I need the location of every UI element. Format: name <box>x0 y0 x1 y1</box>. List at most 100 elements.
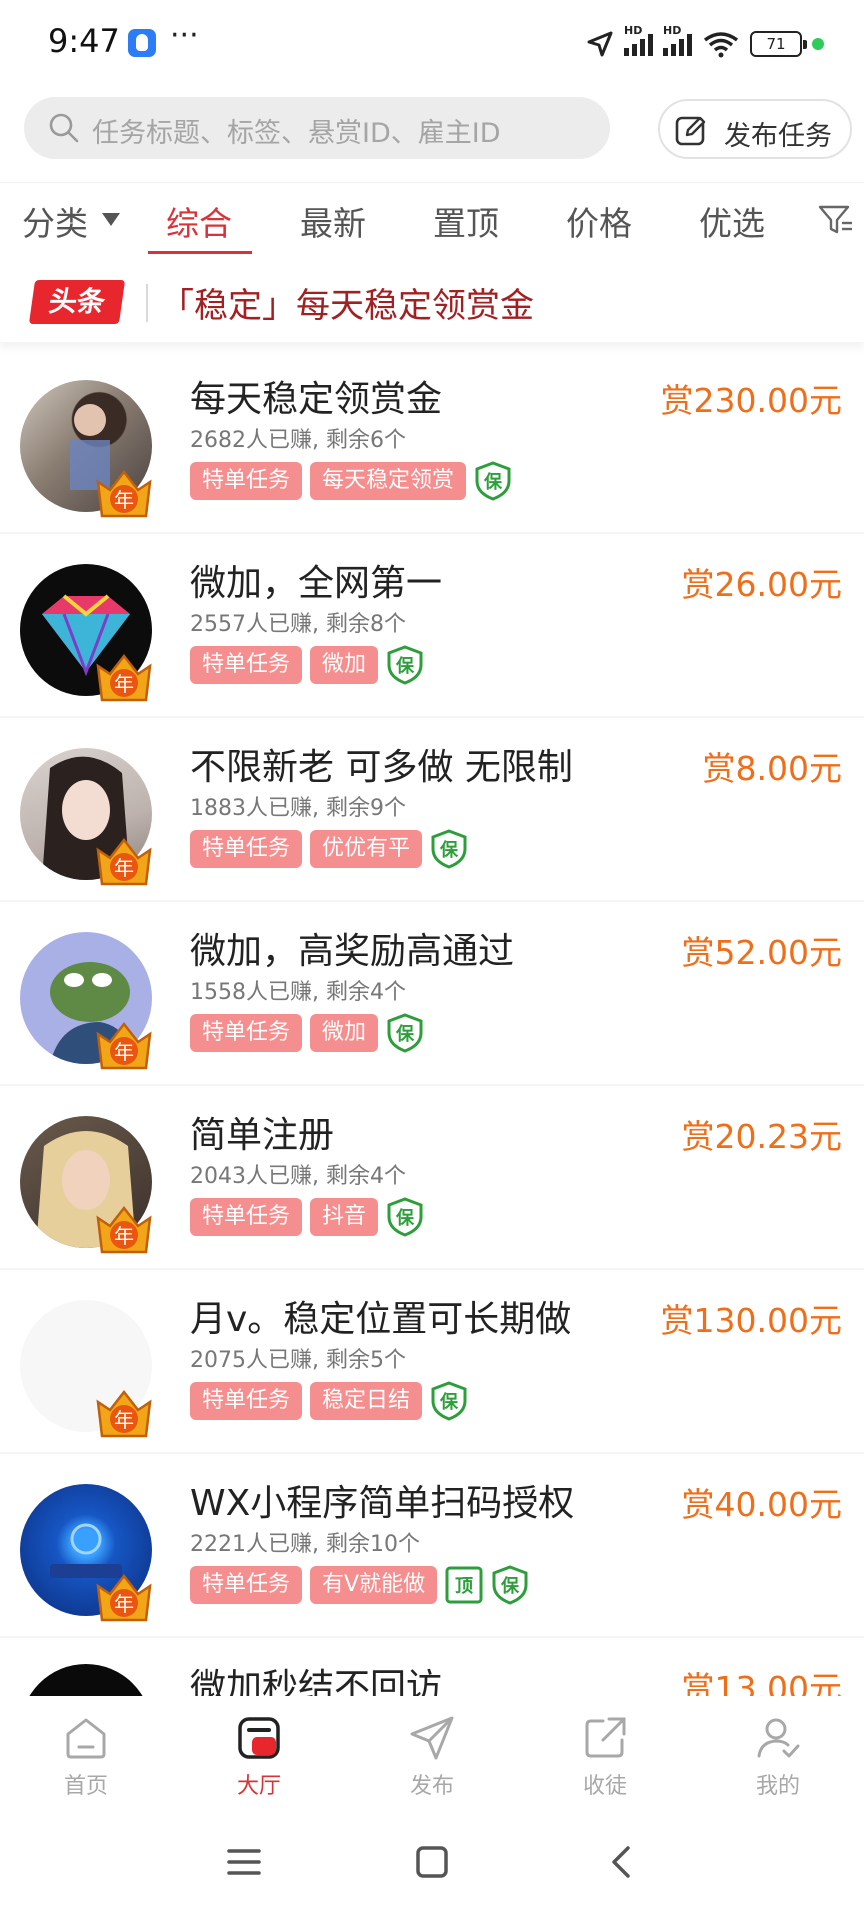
nav-hall-label: 大厅 <box>236 1774 281 1799</box>
task-tags: 特单任务 有V就能做 顶 保 <box>190 1564 529 1606</box>
active-tab-indicator <box>148 251 252 254</box>
year-badge-text: 年 <box>114 1408 134 1432</box>
task-tag: 微加 <box>310 1014 379 1052</box>
headline-text: 「稳定」每天稳定领赏金 <box>160 286 534 326</box>
task-meta: 1558人已赚, 剩余4个 <box>190 980 406 1005</box>
filter-icon[interactable] <box>818 203 854 237</box>
year-badge-text: 年 <box>114 1592 134 1616</box>
search-icon <box>49 113 79 143</box>
nav-hall[interactable]: 大厅 <box>209 1714 309 1806</box>
task-tag: 有V就能做 <box>310 1566 438 1604</box>
guarantee-badge-text: 保 <box>439 839 459 861</box>
annual-member-badge-icon: 年 <box>96 469 152 518</box>
task-meta: 2221人已赚, 剩余10个 <box>190 1532 420 1557</box>
home-square-icon[interactable] <box>414 1844 450 1880</box>
status-bar: 9:47 ··· HD HD 71 <box>0 0 864 88</box>
publish-task-label: 发布任务 <box>724 121 832 152</box>
task-item[interactable]: 年 WX小程序简单扫码授权 2221人已赚, 剩余10个 特单任务 有V就能做 … <box>0 1454 864 1638</box>
search-input[interactable]: 任务标题、标签、悬赏ID、雇主ID <box>24 97 610 159</box>
guarantee-badge-icon: 保 <box>492 1565 528 1605</box>
wifi-icon <box>703 32 739 58</box>
signal-icon: HD <box>624 24 653 56</box>
task-price: 赏130.00元 <box>660 1301 842 1340</box>
year-badge-text: 年 <box>114 856 134 880</box>
task-item[interactable]: 年 微加，高奖励高通过 1558人已赚, 剩余4个 特单任务 微加 保 赏52.… <box>0 902 864 1086</box>
annual-member-badge-icon: 年 <box>96 1573 152 1622</box>
send-icon <box>410 1716 454 1760</box>
more-notifications-icon: ··· <box>170 18 199 53</box>
privacy-dot-icon <box>812 38 824 50</box>
menu-icon[interactable] <box>226 1844 262 1880</box>
chevron-down-icon[interactable] <box>102 213 120 226</box>
task-meta: 2043人已赚, 剩余4个 <box>190 1164 406 1189</box>
year-badge-text: 年 <box>114 1224 134 1248</box>
nav-apprentice[interactable]: 收徒 <box>555 1714 655 1806</box>
task-price: 赏8.00元 <box>702 749 842 788</box>
guarantee-badge-text: 保 <box>395 1207 415 1229</box>
task-item[interactable]: 年 每天稳定领赏金 2682人已赚, 剩余6个 特单任务 每天稳定领赏 保 赏2… <box>0 350 864 534</box>
task-title: 微加，全网第一 <box>190 563 443 604</box>
avatar <box>20 1664 152 1698</box>
task-tag: 特单任务 <box>190 830 303 868</box>
tab-comprehensive[interactable]: 综合 <box>166 197 232 245</box>
location-icon <box>587 31 613 57</box>
task-meta: 2075人已赚, 剩余5个 <box>190 1348 406 1373</box>
annual-member-badge-icon: 年 <box>96 1389 152 1438</box>
signal-icon-2: HD <box>663 24 692 56</box>
search-placeholder: 任务标题、标签、悬赏ID、雇主ID <box>92 118 501 149</box>
nav-apprentice-label: 收徒 <box>582 1774 627 1799</box>
task-tag: 特单任务 <box>190 1014 303 1052</box>
publish-task-button[interactable]: 发布任务 <box>658 99 852 159</box>
tab-price[interactable]: 价格 <box>566 197 632 245</box>
bottom-navigation: 首页 大厅 发布 收徒 我的 <box>0 1696 864 1812</box>
task-item[interactable]: 年 微加，全网第一 2557人已赚, 剩余8个 特单任务 微加 保 赏26.00… <box>0 534 864 718</box>
guarantee-badge-text: 保 <box>500 1575 520 1597</box>
task-price: 赏20.23元 <box>681 1117 842 1156</box>
task-price: 赏13.00元 <box>681 1669 842 1698</box>
nav-home[interactable]: 首页 <box>36 1714 136 1806</box>
tab-latest[interactable]: 最新 <box>300 197 366 245</box>
annual-member-badge-icon: 年 <box>96 653 152 702</box>
nav-publish[interactable]: 发布 <box>382 1714 482 1806</box>
task-tag: 稳定日结 <box>310 1382 423 1420</box>
guarantee-badge-text: 保 <box>395 1023 415 1045</box>
task-item[interactable]: 微加秒结不回访 赏13.00元 <box>0 1638 864 1698</box>
task-item[interactable]: 年 月v。稳定位置可长期做 2075人已赚, 剩余5个 特单任务 稳定日结 保 … <box>0 1270 864 1454</box>
headline-banner[interactable]: 头条 「稳定」每天稳定领赏金 <box>0 262 864 342</box>
task-title: 不限新老 可多做 无限制 <box>190 747 573 788</box>
category-tabs: 分类 综合 最新 置顶 价格 优选 <box>0 182 864 262</box>
task-price: 赏52.00元 <box>681 933 842 972</box>
guarantee-badge-text: 保 <box>483 471 503 493</box>
tab-featured[interactable]: 优选 <box>699 197 765 245</box>
task-title: 微加秒结不回访 <box>190 1667 443 1698</box>
task-tags: 特单任务 微加 保 <box>190 1012 424 1054</box>
system-indicators: HD HD 71 <box>586 24 824 62</box>
guarantee-badge-icon: 保 <box>431 829 467 869</box>
system-navigation-bar <box>0 1812 864 1920</box>
task-meta: 1883人已赚, 剩余9个 <box>190 796 406 821</box>
year-badge-text: 年 <box>114 672 134 696</box>
nav-publish-label: 发布 <box>409 1774 454 1799</box>
task-title: 月v。稳定位置可长期做 <box>190 1299 572 1340</box>
task-tag: 抖音 <box>310 1198 379 1236</box>
task-tag: 微加 <box>310 646 379 684</box>
task-tags: 特单任务 抖音 保 <box>190 1196 424 1238</box>
pinned-badge-text: 顶 <box>455 1576 473 1597</box>
task-tag: 特单任务 <box>190 1198 303 1236</box>
task-price: 赏26.00元 <box>681 565 842 604</box>
back-icon[interactable] <box>604 1844 640 1880</box>
task-item[interactable]: 年 不限新老 可多做 无限制 1883人已赚, 剩余9个 特单任务 优优有平 保… <box>0 718 864 902</box>
task-tag: 优优有平 <box>310 830 423 868</box>
task-item[interactable]: 年 简单注册 2043人已赚, 剩余4个 特单任务 抖音 保 赏20.23元 <box>0 1086 864 1270</box>
guarantee-badge-icon: 保 <box>387 645 423 685</box>
status-time: 9:47 <box>48 22 120 60</box>
annual-member-badge-icon: 年 <box>96 837 152 886</box>
nav-mine[interactable]: 我的 <box>728 1714 828 1806</box>
task-tag: 每天稳定领赏 <box>310 462 467 500</box>
annual-member-badge-icon: 年 <box>96 1021 152 1070</box>
tab-pinned[interactable]: 置顶 <box>433 197 499 245</box>
task-price: 赏40.00元 <box>681 1485 842 1524</box>
guarantee-badge-icon: 保 <box>387 1197 423 1237</box>
tab-category[interactable]: 分类 <box>22 197 88 245</box>
guarantee-badge-icon: 保 <box>431 1381 467 1421</box>
